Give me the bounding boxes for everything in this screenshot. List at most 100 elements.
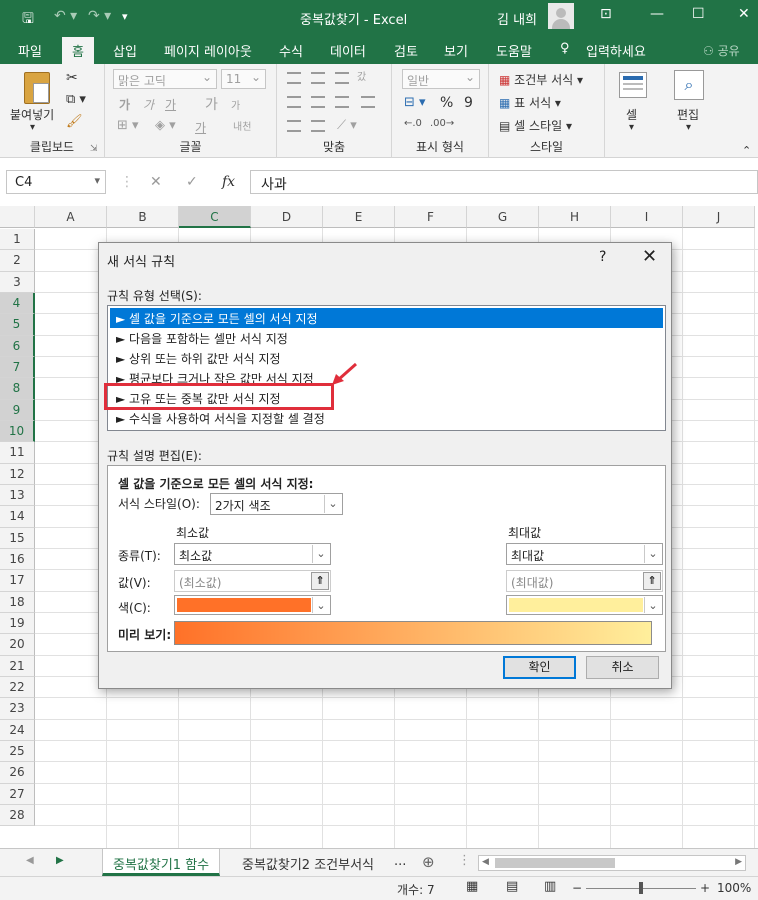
tab-review[interactable]: 검토 xyxy=(394,41,418,60)
minimum-value-input[interactable]: (최소값) ⇑ xyxy=(174,570,331,592)
cut-icon[interactable]: ✂ xyxy=(66,70,78,86)
fill-color-icon[interactable]: ◈ ▾ xyxy=(155,118,176,133)
number-format-combo[interactable]: 일반 xyxy=(402,69,480,89)
column-header-h[interactable]: H xyxy=(539,206,611,228)
customize-icon[interactable]: ▾ xyxy=(122,10,128,23)
align-left-icon[interactable] xyxy=(287,96,301,108)
font-size-combo[interactable]: 11 xyxy=(221,69,266,89)
increase-indent-icon[interactable] xyxy=(311,120,325,132)
row-header-16[interactable]: 16 xyxy=(0,548,35,571)
row-header-23[interactable]: 23 xyxy=(0,698,35,720)
maximum-value-input[interactable]: (최대값) ⇑ xyxy=(506,570,663,592)
row-header-15[interactable]: 15 xyxy=(0,527,35,549)
horizontal-scrollbar[interactable]: ◀ ▶ xyxy=(478,855,746,871)
tell-me-input[interactable]: 입력하세요 xyxy=(586,41,646,60)
grow-font-button[interactable]: 가 xyxy=(205,94,218,114)
page-break-view-icon[interactable]: ▥ xyxy=(544,879,556,894)
collapse-dialog-icon[interactable]: ⇑ xyxy=(311,572,329,590)
bold-button[interactable]: 가 xyxy=(119,96,130,113)
align-bottom-icon[interactable] xyxy=(335,72,349,84)
column-header-a[interactable]: A xyxy=(35,206,107,228)
tab-help[interactable]: 도움말 xyxy=(496,41,532,60)
sheet-tab-2[interactable]: 중복값찾기2 조건부서식 xyxy=(232,849,384,876)
row-header-13[interactable]: 13 xyxy=(0,484,35,507)
row-header-14[interactable]: 14 xyxy=(0,506,35,528)
normal-view-icon[interactable]: ▦ xyxy=(466,879,478,894)
row-header-22[interactable]: 22 xyxy=(0,676,35,699)
row-header-18[interactable]: 18 xyxy=(0,591,35,613)
italic-button[interactable]: 가 xyxy=(143,96,154,113)
share-button[interactable]: ⚇ 공유 xyxy=(703,42,740,59)
cell-styles-button[interactable]: ▤ 셀 스타일 ▾ xyxy=(499,117,572,134)
minimum-color-picker[interactable]: ⌄ xyxy=(174,595,331,615)
row-header-27[interactable]: 27 xyxy=(0,783,35,805)
row-header-5[interactable]: 5 xyxy=(0,314,35,336)
name-box[interactable]: C4 xyxy=(6,170,106,194)
dialog-launcher-icon[interactable]: ⇲ xyxy=(90,144,98,154)
tab-data[interactable]: 데이터 xyxy=(330,41,366,60)
column-header-j[interactable]: J xyxy=(683,206,755,228)
page-layout-view-icon[interactable]: ▤ xyxy=(506,879,518,894)
row-header-12[interactable]: 12 xyxy=(0,463,35,485)
help-icon[interactable]: ? xyxy=(599,249,606,265)
tab-insert[interactable]: 삽입 xyxy=(113,41,137,60)
font-name-combo[interactable]: 맑은 고딕 xyxy=(113,69,217,89)
tell-me-icon[interactable]: ♀ xyxy=(560,41,570,56)
row-header-24[interactable]: 24 xyxy=(0,719,35,741)
rule-type-item[interactable]: ► 다음을 포함하는 셀만 서식 지정 xyxy=(110,328,663,348)
row-header-25[interactable]: 25 xyxy=(0,740,35,763)
column-header-b[interactable]: B xyxy=(107,206,179,228)
next-sheet-icon[interactable]: ▶ xyxy=(56,855,64,866)
scroll-left-icon[interactable]: ◀ xyxy=(482,857,489,867)
enter-icon[interactable]: ✓ xyxy=(186,174,198,190)
row-header-9[interactable]: 9 xyxy=(0,399,35,421)
maximum-color-picker[interactable]: ⌄ xyxy=(506,595,663,615)
search-icon[interactable]: ⌕ xyxy=(674,70,704,100)
row-header-8[interactable]: 8 xyxy=(0,378,35,400)
align-top-icon[interactable] xyxy=(287,72,301,84)
copy-icon[interactable]: ⧉ ▾ xyxy=(66,92,86,107)
format-as-table-button[interactable]: ▦ 표 서식 ▾ xyxy=(499,94,561,111)
splitter-icon[interactable]: ⋮ xyxy=(458,853,471,868)
cells-icon[interactable] xyxy=(619,72,647,98)
close-icon[interactable]: ✕ xyxy=(738,6,750,22)
avatar[interactable] xyxy=(548,3,574,29)
phonetic-button[interactable]: 내천 xyxy=(233,118,251,133)
column-header-d[interactable]: D xyxy=(251,206,323,228)
editing-button-label[interactable]: 편집 xyxy=(677,106,699,123)
column-header-f[interactable]: F xyxy=(395,206,467,228)
align-right-icon[interactable] xyxy=(335,96,349,108)
column-header-i[interactable]: I xyxy=(611,206,683,228)
merge-center-icon[interactable] xyxy=(361,96,375,108)
prev-sheet-icon[interactable]: ◀ xyxy=(26,855,34,866)
zoom-out-button[interactable]: − xyxy=(572,881,582,895)
sheet-tab-1[interactable]: 중복값찾기1 함수 xyxy=(102,849,221,876)
row-header-28[interactable]: 28 xyxy=(0,804,35,827)
row-header-20[interactable]: 20 xyxy=(0,634,35,656)
paste-icon[interactable] xyxy=(24,72,50,104)
zoom-level[interactable]: 100% xyxy=(717,881,751,895)
row-header-6[interactable]: 6 xyxy=(0,335,35,357)
comma-button[interactable]: 9 xyxy=(464,95,473,111)
add-sheet-button[interactable]: ⊕ xyxy=(418,849,439,876)
more-sheets-button[interactable]: ... xyxy=(390,849,410,876)
rule-type-item[interactable]: ► 평균보다 크거나 작은 값만 서식 지정 xyxy=(110,368,663,388)
orientation-icon[interactable]: ⟋ ▾ xyxy=(337,118,357,133)
rule-type-item[interactable]: ► 셀 값을 기준으로 모든 셀의 서식 지정 xyxy=(110,308,663,328)
row-header-4[interactable]: 4 xyxy=(0,292,35,315)
tab-home[interactable]: 홈 xyxy=(62,37,94,64)
row-header-26[interactable]: 26 xyxy=(0,762,35,784)
column-header-e[interactable]: E xyxy=(323,206,395,228)
row-header-2[interactable]: 2 xyxy=(0,250,35,272)
row-header-1[interactable]: 1 xyxy=(0,229,35,251)
scroll-right-icon[interactable]: ▶ xyxy=(735,857,742,867)
close-icon[interactable]: ✕ xyxy=(642,246,657,267)
row-header-19[interactable]: 19 xyxy=(0,612,35,635)
align-center-icon[interactable] xyxy=(311,96,325,108)
collapse-dialog-icon[interactable]: ⇑ xyxy=(643,572,661,590)
rule-type-list[interactable]: ► 셀 값을 기준으로 모든 셀의 서식 지정 ► 다음을 포함하는 셀만 서식… xyxy=(107,305,666,431)
underline-button[interactable]: 가 xyxy=(165,96,176,113)
accounting-format-icon[interactable]: ⊟ ▾ xyxy=(404,95,426,110)
paste-label[interactable]: 붙여넣기 xyxy=(10,106,54,123)
maximize-icon[interactable]: ☐ xyxy=(692,6,705,22)
